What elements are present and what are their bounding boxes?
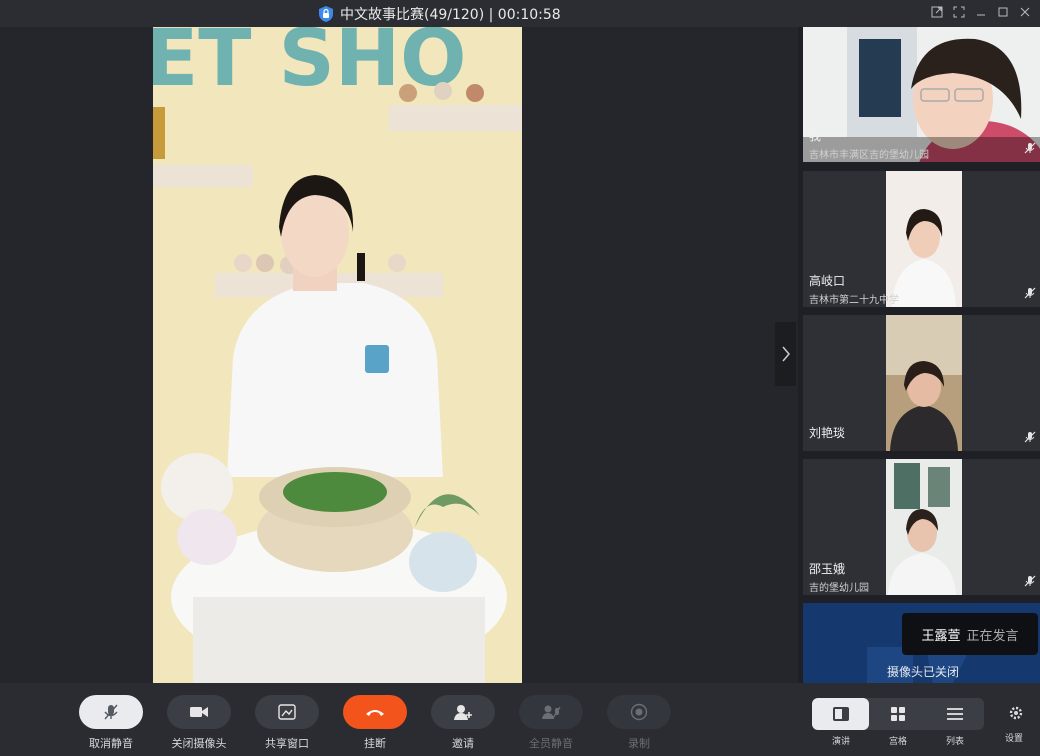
mic-muted-icon (1024, 575, 1036, 587)
main-video[interactable]: ET SHO (153, 27, 522, 683)
participant-name: 邵玉娥 (809, 562, 846, 576)
layout-grid-button[interactable] (869, 698, 926, 730)
hangup-button[interactable]: 挂断 (335, 695, 415, 751)
participant-org: 吉的堡幼儿园 (809, 583, 869, 594)
participant-name: 我 (809, 129, 822, 143)
participant-video (803, 27, 1040, 162)
mic-muted-icon (1024, 431, 1036, 443)
expand-sidebar-button[interactable] (775, 322, 796, 386)
mute-all-label: 全员静音 (529, 737, 573, 750)
invite-pill[interactable] (431, 695, 495, 729)
mute-all-pill[interactable] (519, 695, 583, 729)
mic-muted-icon (1024, 142, 1036, 154)
maximize-icon[interactable] (996, 4, 1010, 20)
participant-tile[interactable]: 刘艳琰 (803, 315, 1040, 451)
active-speaker-toast: 王露萱 正在发言 (902, 613, 1038, 655)
invite-button[interactable]: 邀请 (423, 695, 503, 751)
mic-muted-icon (1024, 287, 1036, 299)
title-wrap: 中文故事比赛(49/120) | 00:10:58 (318, 4, 561, 24)
share-screen-icon (278, 704, 296, 720)
unmute-button[interactable]: 取消静音 (71, 695, 151, 751)
participant-org: 吉林市丰满区吉的堡幼儿园 (809, 150, 929, 161)
record-button[interactable]: 录制 (599, 695, 679, 751)
lock-icon (319, 6, 333, 22)
participant-name: 刘艳琰 (809, 426, 846, 440)
layout-list-label: 列表 (946, 737, 965, 747)
share-window-pill[interactable] (255, 695, 319, 729)
settings-label: 设置 (1004, 734, 1023, 744)
list-layout-icon (947, 708, 964, 720)
layout-speaker-button[interactable] (812, 698, 870, 730)
speaker-layout-icon (832, 707, 849, 721)
main-stage: ET SHO (0, 27, 798, 683)
active-speaker-name: 王露萱 (921, 628, 961, 644)
participant-video (886, 315, 962, 451)
participant-tile[interactable]: 邵玉娥 吉的堡幼儿园 (803, 459, 1040, 595)
active-speaker-status: 正在发言 (966, 628, 1019, 644)
camera-off-label: 摄像头已关闭 (887, 665, 960, 679)
title-bar: 中文故事比赛(49/120) | 00:10:58 (0, 0, 1040, 27)
meeting-toolbar: 取消静音 关闭摄像头 共享窗口 挂断 邀请 全员静音 录制 演讲 宫格 列表 设… (0, 683, 1040, 756)
participant-name: 高岐口 (809, 274, 846, 288)
record-label: 录制 (628, 737, 650, 750)
camera-off-label: 关闭摄像头 (171, 737, 227, 750)
unmute-pill[interactable] (79, 695, 143, 729)
participant-org: 吉林市第二十九中学 (809, 295, 899, 306)
camera-off-button[interactable]: 关闭摄像头 (159, 695, 239, 751)
share-window-button[interactable]: 共享窗口 (247, 695, 327, 751)
settings-button[interactable]: 设置 (1004, 705, 1028, 744)
minimize-icon[interactable] (974, 4, 988, 20)
layout-list-button[interactable] (927, 698, 984, 730)
participant-video (886, 459, 962, 595)
gear-icon (1009, 706, 1023, 720)
layout-grid-label: 宫格 (889, 737, 908, 747)
layout-switcher (812, 698, 984, 730)
participant-sidebar: 我 吉林市丰满区吉的堡幼儿园 高岐口 吉林市第二十九中学 刘艳琰 邵玉娥 吉的堡… (798, 27, 1040, 683)
participant-video (886, 171, 962, 307)
window-title: 中文故事比赛(49/120) | 00:10:58 (340, 7, 561, 23)
hangup-phone-icon (366, 710, 384, 716)
mute-all-icon (542, 705, 561, 719)
invite-label: 邀请 (452, 737, 474, 750)
participant-tile[interactable]: 高岐口 吉林市第二十九中学 (803, 171, 1040, 307)
record-pill[interactable] (607, 695, 671, 729)
unmute-label: 取消静音 (89, 737, 133, 750)
fullscreen-icon[interactable] (952, 4, 966, 20)
add-user-icon (454, 705, 472, 720)
popout-icon[interactable] (930, 4, 944, 20)
mute-all-button[interactable]: 全员静音 (511, 695, 591, 751)
mic-off-icon (104, 704, 118, 720)
hangup-label: 挂断 (364, 737, 386, 750)
camera-off-pill[interactable] (167, 695, 231, 729)
close-icon[interactable] (1018, 4, 1032, 20)
share-window-label: 共享窗口 (265, 737, 309, 750)
record-icon (630, 703, 648, 721)
camera-icon (190, 707, 208, 717)
grid-layout-icon (890, 707, 905, 721)
chevron-right-icon (781, 346, 790, 362)
hangup-pill[interactable] (343, 695, 407, 729)
layout-speaker-label: 演讲 (832, 737, 851, 747)
wall-sign-text: ET SHO (153, 27, 466, 104)
participant-tile[interactable]: 我 吉林市丰满区吉的堡幼儿园 (803, 27, 1040, 162)
window-controls (930, 4, 1032, 20)
presenter-scene: ET SHO (153, 27, 522, 683)
